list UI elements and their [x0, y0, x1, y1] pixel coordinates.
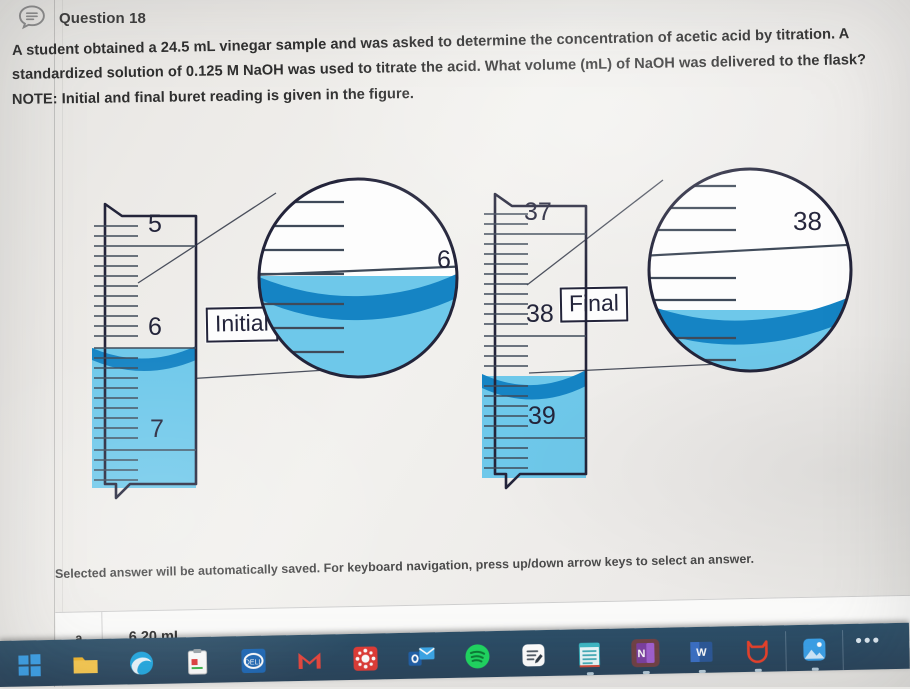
final-buret: 37 38 39: [476, 178, 606, 498]
speech-bubble-question-icon: [18, 4, 47, 33]
initial-buret: 5 6 7: [86, 188, 216, 508]
spotify-icon[interactable]: [449, 633, 506, 680]
initial-magnifier: 6: [252, 170, 472, 385]
outlook-icon[interactable]: [393, 634, 450, 681]
start-icon[interactable]: [1, 642, 58, 689]
taskbar-overflow-button[interactable]: •••: [843, 619, 894, 672]
svg-text:W: W: [696, 647, 707, 659]
final-buret-number-mid: 38: [526, 300, 554, 329]
browser-icon[interactable]: [113, 640, 170, 687]
folder-icon[interactable]: [57, 641, 114, 688]
question-text: A student obtained a 24.5 mL vinegar sam…: [12, 40, 896, 112]
photos-icon[interactable]: [786, 626, 843, 673]
canvas-icon[interactable]: [337, 635, 394, 682]
onenote-icon[interactable]: N: [617, 629, 674, 676]
running-indicator: [698, 670, 705, 673]
initial-buret-number-bottom: 7: [150, 415, 164, 444]
buret-figure: Initial: [0, 140, 910, 520]
page-title: Question 18: [59, 10, 146, 27]
running-indicator: [586, 672, 593, 675]
running-indicator: [754, 669, 761, 672]
final-magnifier-number: 38: [793, 206, 822, 237]
svg-text:DELL: DELL: [245, 659, 263, 666]
final-buret-number-bottom: 39: [528, 402, 556, 431]
tomcat-icon[interactable]: [729, 627, 786, 674]
initial-buret-number-mid: 6: [148, 313, 162, 342]
running-indicator: [811, 668, 818, 671]
running-indicator: [642, 671, 649, 674]
initial-magnifier-number: 6: [437, 246, 451, 275]
gmail-icon[interactable]: [281, 636, 338, 683]
word-icon[interactable]: W: [673, 628, 730, 675]
question-header: Question 18: [18, 4, 146, 33]
autosave-note: Selected answer will be automatically sa…: [55, 549, 875, 581]
final-magnifier: 38: [640, 160, 865, 378]
svg-text:N: N: [637, 648, 645, 660]
screen-photo: Question 18 A student obtained a 24.5 mL…: [0, 0, 910, 687]
notepad-icon[interactable]: [561, 631, 618, 678]
notes-app-icon[interactable]: [169, 638, 226, 685]
dell-icon[interactable]: DELL: [225, 637, 282, 684]
initial-buret-number-top: 5: [148, 210, 162, 239]
final-buret-number-top: 37: [524, 198, 552, 227]
sticky-notes-icon[interactable]: [505, 632, 562, 679]
